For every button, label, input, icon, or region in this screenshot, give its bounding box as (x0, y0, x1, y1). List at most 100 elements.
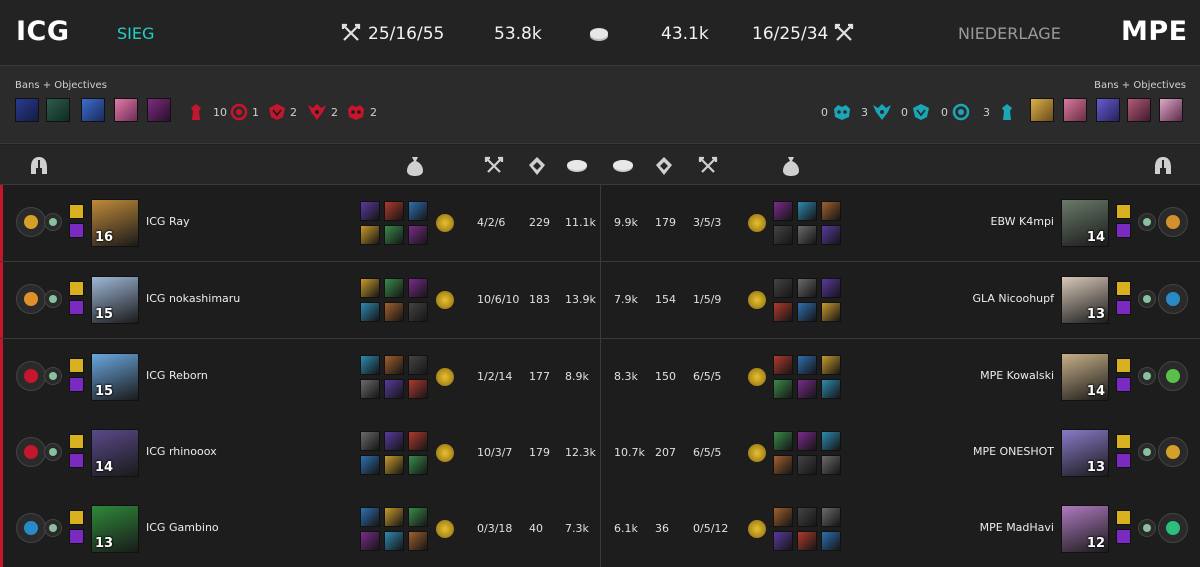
objective-towers-left: 10 (189, 103, 227, 121)
gold-coin-icon (567, 160, 587, 172)
creep-score: 154 (655, 293, 676, 306)
item-icon (773, 455, 793, 475)
secondary-rune-icon (44, 519, 62, 537)
keystone-rune-icon (16, 361, 46, 391)
item-icon (821, 531, 841, 551)
inhibitor-icon (952, 103, 970, 121)
champion-portrait: 14 (91, 429, 139, 477)
summoner-spell-icon (1116, 453, 1131, 468)
item-icon (797, 455, 817, 475)
ban-champion-icon (1127, 98, 1151, 122)
creep-score: 40 (529, 522, 543, 535)
left-player: 15 ICG Reborn 1/2/14 177 8.9k (0, 339, 600, 415)
gold: 8.3k (614, 370, 638, 383)
gold: 7.9k (614, 293, 638, 306)
keystone-rune-icon (1158, 513, 1188, 543)
kda-swords-icon (341, 23, 361, 41)
item-icon (384, 355, 404, 375)
objective-inhibitors-right: 0 (941, 103, 970, 121)
kda: 6/5/5 (693, 370, 722, 383)
item-icon (408, 431, 428, 451)
right-result: NIEDERLAGE (958, 24, 1061, 43)
item-icon (797, 201, 817, 221)
item-icon (360, 302, 380, 322)
champion-level: 13 (1086, 460, 1105, 475)
item-icon (408, 379, 428, 399)
summoner-spell-flash-icon (69, 204, 84, 219)
kda: 1/2/14 (477, 370, 513, 383)
champion-portrait: 12 (1061, 505, 1109, 553)
secondary-rune-icon (44, 367, 62, 385)
summoner-spell-icon (69, 377, 84, 392)
gold: 13.9k (565, 293, 596, 306)
secondary-rune-icon (44, 213, 62, 231)
scoreboard-column-header (0, 145, 1200, 185)
right-kda: 16/25/34 (752, 24, 829, 44)
secondary-rune-icon (1138, 519, 1156, 537)
item-icon (384, 531, 404, 551)
item-icon (821, 355, 841, 375)
champion-portrait: 14 (1061, 353, 1109, 401)
item-icon (408, 302, 428, 322)
kda: 0/5/12 (693, 522, 729, 535)
ban-champion-icon (147, 98, 171, 122)
champion-level: 15 (95, 384, 114, 399)
item-icon (821, 431, 841, 451)
item-icon (384, 431, 404, 451)
tower-icon (191, 104, 201, 120)
item-icon (797, 379, 817, 399)
creep-score: 177 (529, 370, 550, 383)
left-player: 14 ICG rhinooox 10/3/7 179 12.3k (0, 415, 600, 491)
helmet-icon (31, 157, 47, 174)
kda-swords-icon (484, 156, 504, 173)
ban-champion-icon (1159, 98, 1183, 122)
champion-level: 14 (95, 460, 114, 475)
kda: 6/5/5 (693, 446, 722, 459)
item-icon (384, 379, 404, 399)
item-icon (360, 201, 380, 221)
kda-swords-icon (834, 23, 854, 41)
baron-icon (834, 105, 850, 120)
champion-level: 13 (1086, 307, 1105, 322)
summoner-spell-icon (69, 529, 84, 544)
item-icon (360, 278, 380, 298)
creep-score: 179 (655, 216, 676, 229)
trinket-icon (748, 368, 766, 386)
inhibitor-icon (230, 103, 248, 121)
gold: 9.9k (614, 216, 638, 229)
right-player: 8.3k 150 6/5/5 MPE Kowalski 14 (600, 339, 1200, 415)
cs-minion-icon (529, 157, 545, 175)
summoner-spell-flash-icon (69, 510, 84, 525)
summoner-spell-icon (1116, 223, 1131, 238)
player-name: MPE ONESHOT (972, 445, 1054, 458)
bans-label-left: Bans + Objectives (15, 80, 107, 91)
kda: 10/6/10 (477, 293, 520, 306)
secondary-rune-icon (44, 443, 62, 461)
item-icon (797, 431, 817, 451)
player-name: ICG Reborn (146, 369, 208, 382)
right-player: 9.9k 179 3/5/3 EBW K4mpi 14 (600, 185, 1200, 261)
item-icon (408, 201, 428, 221)
creep-score: 179 (529, 446, 550, 459)
player-name: GLA Nicoohupf (972, 292, 1054, 305)
item-icon (360, 455, 380, 475)
item-icon (797, 278, 817, 298)
gold-bag-icon (783, 157, 799, 176)
creep-score: 150 (655, 370, 676, 383)
secondary-rune-icon (44, 290, 62, 308)
left-player: 16 ICG Ray 4/2/6 229 11.1k (0, 185, 600, 261)
item-icon (384, 455, 404, 475)
champion-level: 15 (95, 307, 114, 322)
kda: 0/3/18 (477, 522, 513, 535)
secondary-rune-icon (1138, 290, 1156, 308)
left-player: 13 ICG Gambino 0/3/18 40 7.3k (0, 491, 600, 567)
gold: 11.1k (565, 216, 596, 229)
helmet-icon (1155, 157, 1171, 174)
creep-score: 207 (655, 446, 676, 459)
left-player: 15 ICG nokashimaru 10/6/10 183 13.9k (0, 262, 600, 338)
champion-portrait: 14 (1061, 199, 1109, 247)
trinket-icon (436, 291, 454, 309)
item-icon (360, 379, 380, 399)
item-icon (773, 278, 793, 298)
summoner-spell-flash-icon (1116, 510, 1131, 525)
